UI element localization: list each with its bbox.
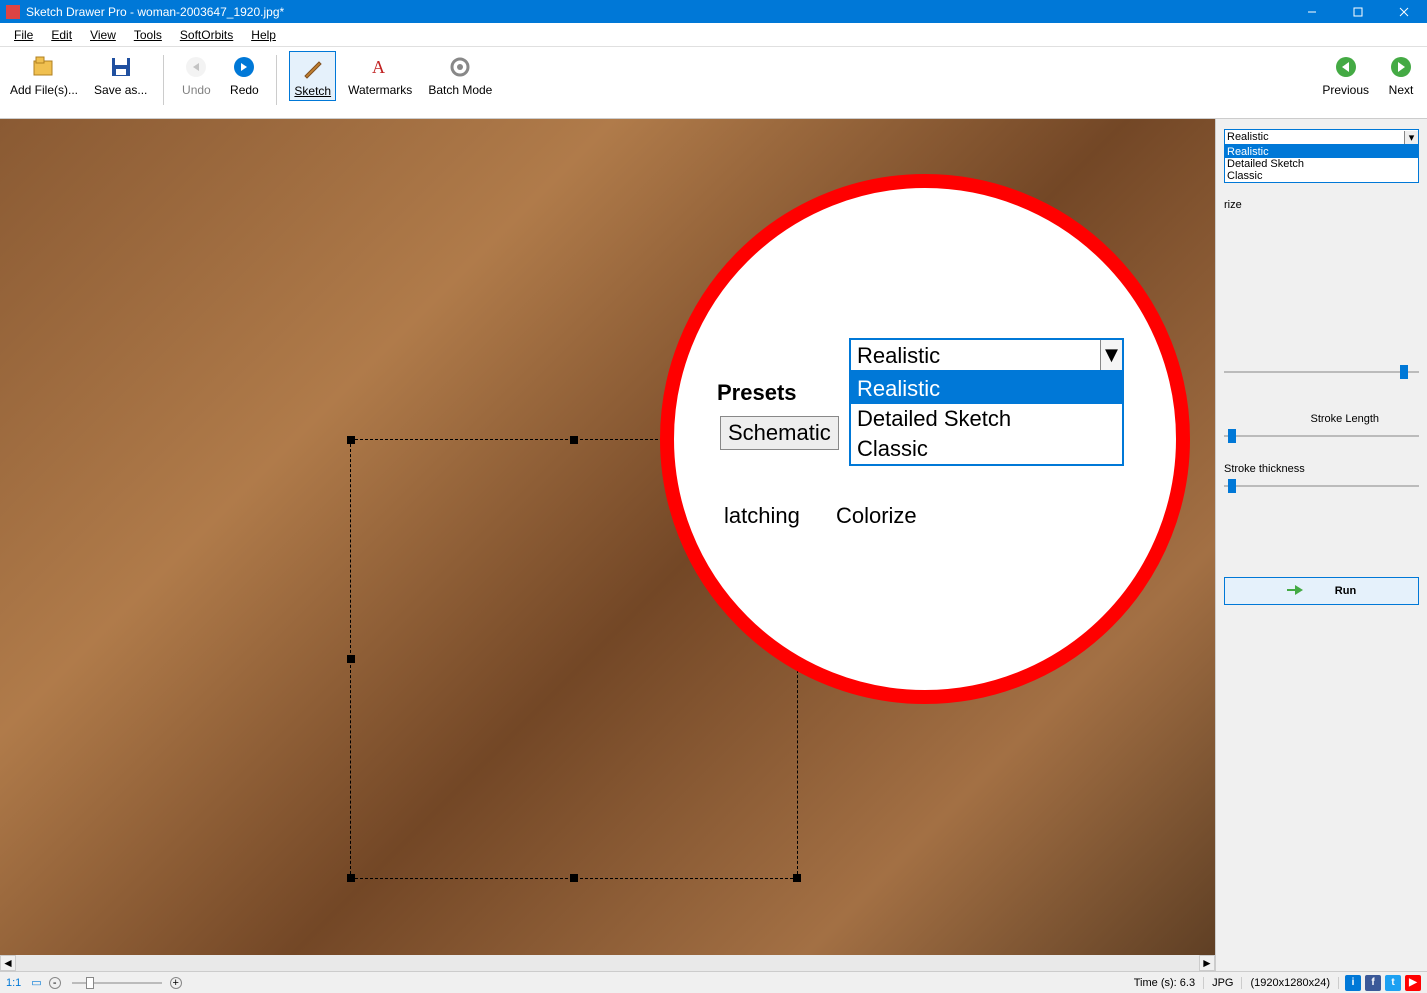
zoom-in-icon[interactable]: +: [170, 977, 182, 989]
close-button[interactable]: [1381, 0, 1427, 23]
maximize-button[interactable]: [1335, 0, 1381, 23]
scroll-left-icon[interactable]: ◄: [0, 955, 16, 971]
scroll-track[interactable]: [16, 955, 1199, 971]
youtube-icon[interactable]: ▶: [1405, 975, 1421, 991]
menu-view[interactable]: View: [82, 26, 124, 44]
option-realistic[interactable]: Realistic: [1225, 146, 1418, 158]
next-button[interactable]: Next: [1381, 51, 1421, 99]
handle-br[interactable]: [793, 874, 801, 882]
gear-icon: [446, 53, 474, 81]
handle-tl[interactable]: [347, 436, 355, 444]
callout-preset-dropdown: Realistic Detailed Sketch Classic: [849, 372, 1124, 466]
format-status: JPG: [1204, 977, 1242, 989]
minimize-button[interactable]: [1289, 0, 1335, 23]
menu-edit[interactable]: Edit: [43, 26, 80, 44]
save-as-button[interactable]: Save as...: [90, 51, 151, 99]
callout-presets-label: Presets: [717, 380, 797, 406]
menu-help[interactable]: Help: [243, 26, 284, 44]
time-status: Time (s): 6.3: [1126, 977, 1204, 989]
slider-unnamed[interactable]: [1224, 361, 1419, 383]
handle-tm[interactable]: [570, 436, 578, 444]
svg-text:A: A: [372, 57, 385, 77]
twitter-icon[interactable]: t: [1385, 975, 1401, 991]
add-files-icon: [30, 53, 58, 81]
sketch-icon: [299, 54, 327, 82]
callout-preset-value: Realistic: [851, 340, 1122, 372]
next-icon: [1387, 53, 1415, 81]
option-detailed[interactable]: Detailed Sketch: [1225, 158, 1418, 170]
previous-icon: [1332, 53, 1360, 81]
handle-bl[interactable]: [347, 874, 355, 882]
preset-combo[interactable]: Realistic ▾: [1224, 129, 1419, 145]
save-icon: [107, 53, 135, 81]
info-icon[interactable]: i: [1345, 975, 1361, 991]
handle-ml[interactable]: [347, 655, 355, 663]
titlebar: Sketch Drawer Pro - woman-2003647_1920.j…: [0, 0, 1427, 23]
statusbar: 1:1 ▭ - + Time (s): 6.3 JPG (1920x1280x2…: [0, 971, 1427, 993]
right-panel: Realistic ▾ Realistic Detailed Sketch Cl…: [1215, 119, 1427, 971]
chevron-down-icon[interactable]: ▼: [1100, 340, 1122, 370]
add-files-button[interactable]: Add File(s)...: [6, 51, 82, 99]
menubar: File Edit View Tools SoftOrbits Help: [0, 23, 1427, 47]
chevron-down-icon[interactable]: ▾: [1404, 131, 1418, 144]
callout-option-detailed[interactable]: Detailed Sketch: [851, 404, 1122, 434]
zoom-out-icon[interactable]: -: [49, 977, 61, 989]
redo-icon: [230, 53, 258, 81]
run-arrow-icon: [1287, 583, 1305, 600]
run-button[interactable]: Run: [1224, 577, 1419, 605]
app-icon: [6, 5, 20, 19]
canvas-area[interactable]: Realistic ▼ Presets Schematic Realistic …: [0, 119, 1215, 955]
fit-icon[interactable]: ▭: [27, 976, 45, 989]
redo-button[interactable]: Redo: [224, 51, 264, 99]
toolbar: Add File(s)... Save as... Undo Redo Sket…: [0, 47, 1427, 119]
callout-tab-hatching[interactable]: latching: [724, 503, 800, 528]
batch-mode-button[interactable]: Batch Mode: [424, 51, 496, 99]
preset-dropdown: Realistic Detailed Sketch Classic: [1224, 145, 1419, 183]
sketch-button[interactable]: Sketch: [289, 51, 336, 101]
stroke-length-label: Stroke Length: [1224, 413, 1419, 425]
watermarks-button[interactable]: AWatermarks: [344, 51, 416, 99]
scroll-right-icon[interactable]: ►: [1199, 955, 1215, 971]
zoom-slider[interactable]: [72, 982, 162, 984]
preset-value: Realistic: [1227, 131, 1269, 143]
handle-bm[interactable]: [570, 874, 578, 882]
previous-button[interactable]: Previous: [1318, 51, 1373, 99]
callout-preset-combo[interactable]: Realistic ▼: [849, 338, 1124, 372]
stroke-thickness-label: Stroke thickness: [1224, 463, 1419, 475]
menu-softorbits[interactable]: SoftOrbits: [172, 26, 241, 44]
callout-schematic-button[interactable]: Schematic: [720, 416, 839, 450]
callout-option-realistic[interactable]: Realistic: [851, 374, 1122, 404]
menu-file[interactable]: File: [6, 26, 41, 44]
run-label: Run: [1335, 585, 1356, 597]
slider-stroke-thickness[interactable]: [1224, 475, 1419, 497]
colorize-tab-fragment[interactable]: rize: [1224, 199, 1419, 211]
window-title: Sketch Drawer Pro - woman-2003647_1920.j…: [26, 5, 1289, 19]
callout-option-classic[interactable]: Classic: [851, 434, 1122, 464]
undo-button[interactable]: Undo: [176, 51, 216, 99]
undo-icon: [182, 53, 210, 81]
watermarks-icon: A: [366, 53, 394, 81]
callout-tab-colorize[interactable]: Colorize: [836, 503, 917, 528]
menu-tools[interactable]: Tools: [126, 26, 170, 44]
zoom-ratio[interactable]: 1:1: [0, 977, 27, 989]
horizontal-scrollbar[interactable]: ◄ ►: [0, 955, 1215, 971]
facebook-icon[interactable]: f: [1365, 975, 1381, 991]
slider-stroke-length[interactable]: [1224, 425, 1419, 447]
dimensions-status: (1920x1280x24): [1242, 977, 1339, 989]
option-classic[interactable]: Classic: [1225, 170, 1418, 182]
callout-magnifier: Realistic ▼ Presets Schematic Realistic …: [660, 174, 1190, 704]
